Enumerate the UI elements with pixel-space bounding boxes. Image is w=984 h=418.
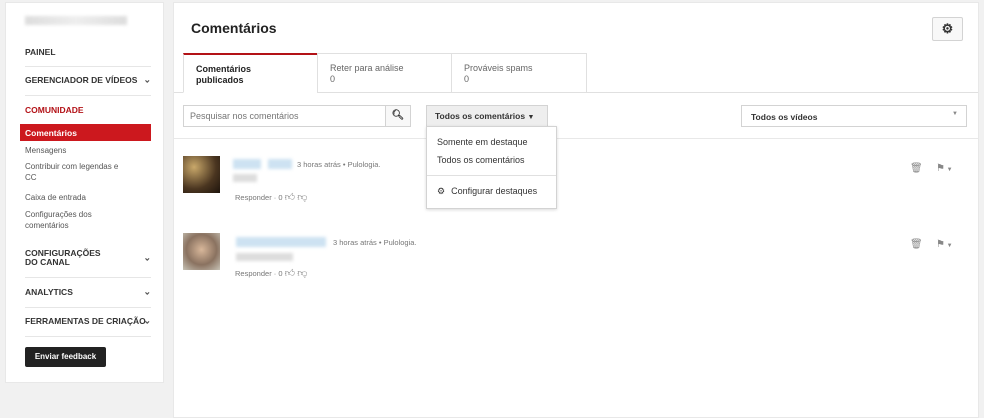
divider bbox=[174, 138, 978, 139]
divider bbox=[25, 95, 151, 96]
comments-filter-menu: Somente em destaque Todos os comentários… bbox=[426, 126, 557, 209]
label: PAINEL bbox=[25, 47, 56, 57]
label: Todos os vídeos bbox=[751, 112, 818, 122]
sidebar-sub-messages[interactable]: Mensagens bbox=[25, 145, 66, 156]
avatar[interactable] bbox=[183, 156, 220, 193]
sidebar-sub-subtitles[interactable]: Contribuir com legendas e CC bbox=[25, 161, 125, 183]
sidebar-item-analytics[interactable]: ANALYTICS ⌄ bbox=[25, 286, 151, 298]
comment-actions: Responder · 0 👍︎ 👎︎ bbox=[235, 192, 308, 203]
search-icon: 🔍︎ bbox=[391, 110, 405, 121]
timestamp: 3 horas atrás bbox=[297, 160, 341, 169]
thumbs-down-icon[interactable]: 👎︎ bbox=[297, 268, 307, 279]
label: ANALYTICS bbox=[25, 287, 73, 297]
divider bbox=[25, 336, 151, 337]
menu-item-configure-highlights[interactable]: ⚙ Configurar destaques bbox=[437, 186, 537, 197]
chevron-down-icon: ⌄ bbox=[143, 286, 151, 297]
channel-name-blurred bbox=[25, 16, 127, 25]
chevron-down-icon: ⌄ bbox=[143, 315, 151, 326]
label: COMUNIDADE bbox=[25, 105, 84, 115]
like-count: 0 bbox=[278, 193, 283, 202]
divider bbox=[25, 277, 151, 278]
tab-held-for-review[interactable]: Reter para análise 0 bbox=[317, 53, 452, 93]
sidebar-sub-comment-settings[interactable]: Configurações dos comentários bbox=[25, 209, 110, 231]
sidebar-item-channel-settings[interactable]: CONFIGURAÇÕES DO CANAL ⌄ bbox=[25, 249, 151, 267]
send-feedback-button[interactable]: Enviar feedback bbox=[25, 347, 106, 367]
reply-link[interactable]: Responder bbox=[235, 193, 272, 202]
page-title: Comentários bbox=[191, 20, 277, 36]
count: 0 bbox=[330, 74, 336, 84]
label: Prováveis spams bbox=[464, 63, 533, 73]
chevron-down-icon: ⌄ bbox=[143, 252, 151, 263]
sidebar-item-community[interactable]: COMUNIDADE bbox=[25, 105, 151, 115]
comment-meta: 3 horas atrás • Pulologia. bbox=[333, 238, 417, 247]
label: Comentários publicados bbox=[196, 64, 252, 85]
thumbs-up-icon[interactable]: 👍︎ bbox=[285, 268, 295, 279]
timestamp: 3 horas atrás bbox=[333, 238, 377, 247]
label: CONFIGURAÇÕES DO CANAL bbox=[25, 248, 101, 267]
label: Todos os comentários bbox=[435, 111, 526, 121]
username-blurred[interactable] bbox=[268, 159, 292, 169]
sidebar-sub-comments[interactable]: Comentários bbox=[20, 124, 151, 141]
gear-icon: ⚙ bbox=[437, 186, 446, 196]
divider bbox=[25, 66, 151, 67]
label: GERENCIADOR DE VÍDEOS bbox=[25, 75, 138, 85]
search-input[interactable] bbox=[183, 105, 386, 127]
divider bbox=[25, 307, 151, 308]
gear-icon: ⚙ bbox=[941, 21, 954, 36]
sidebar-item-video-manager[interactable]: GERENCIADOR DE VÍDEOS ⌄ bbox=[25, 74, 151, 86]
chevron-down-icon: ⌄ bbox=[143, 74, 151, 85]
comments-filter-dropdown[interactable]: Todos os comentários ▼ bbox=[426, 105, 548, 127]
tab-published[interactable]: Comentários publicados bbox=[183, 53, 318, 93]
comment-text-blurred bbox=[236, 253, 293, 261]
flag-icon[interactable]: ⚑ ▼ bbox=[936, 163, 953, 174]
thumbs-up-icon[interactable]: 👍︎ bbox=[285, 192, 295, 203]
trash-icon[interactable]: 🗑︎ bbox=[910, 163, 923, 174]
sidebar-sub-inbox[interactable]: Caixa de entrada bbox=[25, 192, 86, 203]
search-button[interactable]: 🔍︎ bbox=[385, 105, 411, 127]
menu-item-all-comments[interactable]: Todos os comentários bbox=[437, 155, 525, 165]
comment-text-blurred bbox=[233, 174, 257, 182]
reply-link[interactable]: Responder bbox=[235, 269, 272, 278]
video-link[interactable]: Pulologia. bbox=[384, 238, 417, 247]
label: FERRAMENTAS DE CRIAÇÃO bbox=[25, 316, 146, 326]
sidebar-item-painel[interactable]: PAINEL bbox=[25, 47, 151, 57]
menu-item-highlighted-only[interactable]: Somente em destaque bbox=[437, 137, 528, 147]
video-select[interactable]: Todos os vídeos ▼ bbox=[741, 105, 967, 127]
caret-down-icon: ▼ bbox=[527, 114, 535, 121]
thumbs-down-icon[interactable]: 👎︎ bbox=[297, 192, 307, 203]
count: 0 bbox=[464, 74, 470, 84]
username-blurred[interactable] bbox=[233, 159, 261, 169]
main-panel: Comentários ⚙ Comentários publicados Ret… bbox=[173, 2, 979, 418]
trash-icon[interactable]: 🗑︎ bbox=[910, 239, 923, 250]
label: Configurar destaques bbox=[451, 186, 538, 196]
flag-icon[interactable]: ⚑ ▼ bbox=[936, 239, 953, 250]
comment-meta: 3 horas atrás • Pulologia. bbox=[297, 160, 381, 169]
label: Reter para análise bbox=[330, 63, 404, 73]
tab-likely-spam[interactable]: Prováveis spams 0 bbox=[451, 53, 587, 93]
video-link[interactable]: Pulologia. bbox=[348, 160, 381, 169]
comment-actions: Responder · 0 👍︎ 👎︎ bbox=[235, 268, 308, 279]
avatar[interactable] bbox=[183, 233, 220, 270]
username-blurred[interactable] bbox=[236, 237, 326, 247]
sidebar: PAINEL GERENCIADOR DE VÍDEOS ⌄ COMUNIDADE… bbox=[5, 2, 164, 383]
caret-down-icon: ▼ bbox=[952, 111, 958, 117]
settings-button[interactable]: ⚙ bbox=[932, 17, 963, 41]
sidebar-item-creator-tools[interactable]: FERRAMENTAS DE CRIAÇÃO ⌄ bbox=[25, 315, 151, 327]
like-count: 0 bbox=[278, 269, 283, 278]
label: Comentários bbox=[25, 128, 77, 138]
divider bbox=[427, 175, 556, 176]
